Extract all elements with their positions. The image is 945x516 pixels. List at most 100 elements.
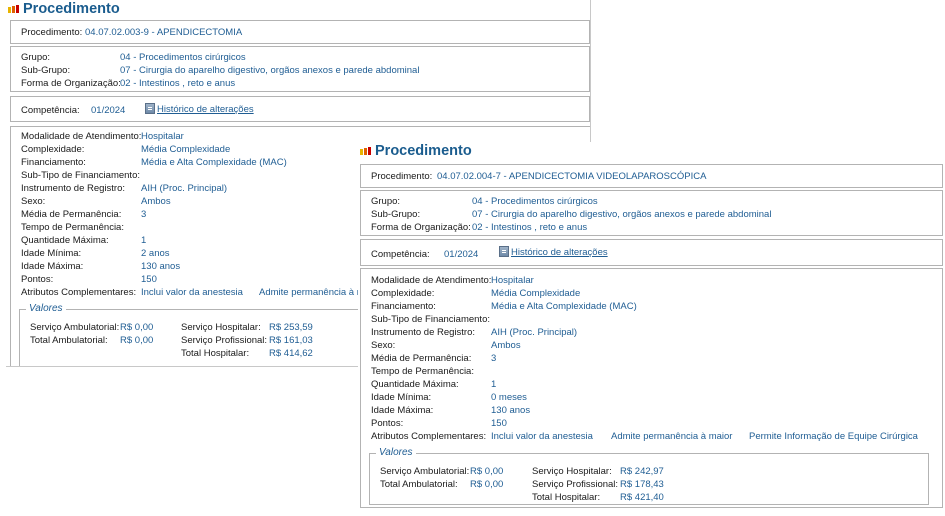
historico-link-label: Histórico de alterações (511, 247, 608, 258)
complexidade-label: Complexidade: (21, 144, 85, 155)
total-hospitalar-label: Total Hospitalar: (532, 492, 601, 503)
subgrupo-value: 07 - Cirurgia do aparelho digestivo, org… (120, 65, 420, 76)
media-permanencia-label: Média de Permanência: (21, 209, 122, 220)
servico-hospitalar-label: Serviço Hospitalar: (532, 466, 612, 477)
grupo-label: Grupo: (371, 196, 401, 207)
instrumento-value: AIH (Proc. Principal) (491, 327, 578, 338)
atributos-label: Atributos Complementares: (371, 431, 487, 442)
atributo-2: Admite permanência à r (259, 287, 360, 298)
grupo-label: Grupo: (21, 52, 51, 63)
competencia-value: 01/2024 (91, 105, 126, 116)
modalidade-value: Hospitalar (141, 131, 184, 142)
valores-legend: Valores (26, 303, 66, 314)
total-ambulatorial-label: Total Ambulatorial: (380, 479, 458, 490)
idade-maxima-label: Idade Máxima: (371, 405, 434, 416)
grupo-box: Grupo: 04 - Procedimentos cirúrgicos Sub… (360, 190, 943, 236)
servico-hospitalar-value: R$ 242,97 (620, 466, 664, 477)
procedimento-value: 04.07.02.004-7 - APENDICECTOMIA VIDEOLAP… (437, 171, 707, 182)
logo-icon (360, 147, 371, 155)
pontos-value: 150 (141, 274, 157, 285)
total-hospitalar-value: R$ 421,40 (620, 492, 664, 503)
servico-profissional-value: R$ 178,43 (620, 479, 664, 490)
atributo-2: Admite permanência à maior (611, 431, 733, 442)
servico-profissional-value: R$ 161,03 (269, 335, 313, 346)
modalidade-label: Modalidade de Atendimento: (21, 131, 142, 142)
complexidade-value: Média Complexidade (141, 144, 231, 155)
servico-ambulatorial-label: Serviço Ambulatorial: (30, 322, 120, 333)
forma-value: 02 - Intestinos , reto e anus (472, 222, 588, 233)
media-permanencia-value: 3 (141, 209, 147, 220)
quantidade-maxima-value: 1 (141, 235, 147, 246)
financiamento-label: Financiamento: (21, 157, 86, 168)
forma-label: Forma de Organização: (371, 222, 471, 233)
procedimento-value: 04.07.02.003-9 - APENDICECTOMIA (85, 27, 243, 38)
complexidade-label: Complexidade: (371, 288, 435, 299)
financiamento-value: Média e Alta Complexidade (MAC) (141, 157, 287, 168)
procedimento-label: Procedimento: (21, 27, 83, 38)
subtipo-label: Sub-Tipo de Financiamento: (371, 314, 490, 325)
idade-minima-value: 0 meses (491, 392, 527, 403)
total-ambulatorial-value: R$ 0,00 (120, 335, 154, 346)
financiamento-value: Média e Alta Complexidade (MAC) (491, 301, 637, 312)
instrumento-value: AIH (Proc. Principal) (141, 183, 228, 194)
sexo-value: Ambos (141, 196, 171, 207)
procedimento-panel-right: Procedimento Procedimento: 04.07.02.004-… (358, 142, 945, 516)
instrumento-label: Instrumento de Registro: (21, 183, 126, 194)
idade-maxima-label: Idade Máxima: (21, 261, 84, 272)
total-hospitalar-label: Total Hospitalar: (181, 348, 250, 359)
subgrupo-value: 07 - Cirurgia do aparelho digestivo, org… (472, 209, 772, 220)
competencia-label: Competência: (371, 249, 430, 260)
history-icon (145, 103, 155, 114)
forma-value: 02 - Intestinos , reto e anus (120, 78, 236, 89)
sexo-label: Sexo: (371, 340, 396, 351)
subtipo-label: Sub-Tipo de Financiamento: (21, 170, 140, 181)
valores-fieldset: Valores Serviço Ambulatorial: R$ 0,00 To… (369, 447, 929, 505)
idade-minima-label: Idade Mínima: (371, 392, 432, 403)
idade-minima-label: Idade Mínima: (21, 248, 82, 259)
servico-hospitalar-label: Serviço Hospitalar: (181, 322, 261, 333)
media-permanencia-value: 3 (491, 353, 497, 364)
atributos-label: Atributos Complementares: (21, 287, 137, 298)
history-icon (499, 246, 509, 257)
competencia-box: Competência: 01/2024 Histórico de altera… (360, 239, 943, 266)
pontos-value: 150 (491, 418, 507, 429)
historico-link[interactable]: Histórico de alterações (145, 103, 254, 115)
pontos-label: Pontos: (371, 418, 404, 429)
servico-ambulatorial-value: R$ 0,00 (120, 322, 154, 333)
procedimento-box: Procedimento: 04.07.02.003-9 - APENDICEC… (10, 20, 590, 44)
media-permanencia-label: Média de Permanência: (371, 353, 472, 364)
financiamento-label: Financiamento: (371, 301, 436, 312)
historico-link[interactable]: Histórico de alterações (499, 246, 608, 258)
instrumento-label: Instrumento de Registro: (371, 327, 476, 338)
total-ambulatorial-value: R$ 0,00 (470, 479, 504, 490)
competencia-box: Competência: 01/2024 Histórico de altera… (10, 96, 590, 122)
panel-header: Procedimento (8, 0, 120, 18)
sexo-value: Ambos (491, 340, 521, 351)
subgrupo-label: Sub-Grupo: (21, 65, 71, 76)
historico-link-label: Histórico de alterações (157, 104, 254, 115)
tempo-permanencia-label: Tempo de Permanência: (21, 222, 124, 233)
quantidade-maxima-value: 1 (491, 379, 497, 390)
idade-minima-value: 2 anos (141, 248, 170, 259)
procedimento-box: Procedimento: 04.07.02.004-7 - APENDICEC… (360, 164, 943, 188)
competencia-value: 01/2024 (444, 249, 479, 260)
pontos-label: Pontos: (21, 274, 54, 285)
servico-profissional-label: Serviço Profissional: (532, 479, 619, 490)
sexo-label: Sexo: (21, 196, 46, 207)
competencia-label: Competência: (21, 105, 80, 116)
page-title: Procedimento (23, 1, 120, 17)
quantidade-maxima-label: Quantidade Máxima: (21, 235, 109, 246)
procedimento-label: Procedimento: (371, 171, 433, 182)
panel-header: Procedimento (360, 142, 472, 160)
valores-fieldset: Valores Serviço Ambulatorial: R$ 0,00 To… (19, 303, 361, 366)
total-ambulatorial-label: Total Ambulatorial: (30, 335, 108, 346)
grupo-box: Grupo: 04 - Procedimentos cirúrgicos Sub… (10, 46, 590, 92)
forma-label: Forma de Organização: (21, 78, 121, 89)
servico-profissional-label: Serviço Profissional: (181, 335, 268, 346)
modalidade-value: Hospitalar (491, 275, 534, 286)
grupo-value: 04 - Procedimentos cirúrgicos (120, 52, 246, 63)
grupo-value: 04 - Procedimentos cirúrgicos (472, 196, 598, 207)
servico-ambulatorial-label: Serviço Ambulatorial: (380, 466, 470, 477)
subgrupo-label: Sub-Grupo: (371, 209, 421, 220)
modalidade-label: Modalidade de Atendimento: (371, 275, 492, 286)
